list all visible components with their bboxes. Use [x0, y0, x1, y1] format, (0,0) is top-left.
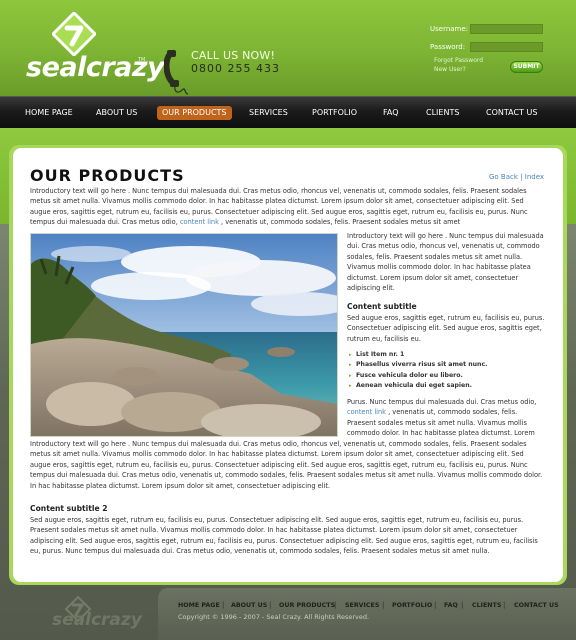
footer-separator: |: [503, 601, 506, 609]
new-user-link[interactable]: New User?: [434, 66, 466, 73]
nav-contact-us[interactable]: CONTACT US: [486, 106, 537, 120]
subtitle-paragraph: Sed augue eros, sagittis eget, rutrum eu…: [347, 314, 545, 343]
logo-trademark: TM: [138, 57, 146, 63]
right-intro-paragraph: Introductory text will go here . Nunc te…: [347, 232, 544, 293]
right-content-link[interactable]: content link: [347, 408, 386, 416]
footer-separator: |: [334, 601, 337, 609]
content-subtitle: Content subtitle: [347, 302, 417, 311]
coastline-photo: [30, 233, 338, 437]
seal-logo-icon: [52, 12, 96, 56]
nav-faq[interactable]: FAQ: [383, 106, 399, 120]
submit-button[interactable]: SUBMIT: [510, 61, 543, 73]
bullet-list: List Item nr. 1 Phasellus viverra risus …: [349, 350, 547, 391]
phone-icon: [164, 50, 189, 95]
footer-nav-contact-us[interactable]: CONTACT US: [514, 602, 559, 609]
link-separator: |: [520, 173, 523, 181]
footer-separator: |: [434, 601, 437, 609]
call-us-label: CALL US NOW!: [191, 49, 276, 62]
nav-home-page[interactable]: HOME PAGE: [25, 106, 73, 120]
nav-our-products[interactable]: OUR PRODUCTS: [157, 106, 232, 120]
footer-nav-our-products[interactable]: OUR PRODUCTS: [279, 602, 335, 609]
page-title: OUR PRODUCTS: [30, 166, 185, 185]
footer-separator: |: [269, 601, 272, 609]
footer-separator: |: [222, 601, 225, 609]
intro-text-b: , venenatis ut, commodo sodales, felis. …: [218, 218, 461, 227]
footer-nav-faq[interactable]: FAQ: [444, 602, 458, 609]
forgot-password-link[interactable]: Forgot Password: [434, 57, 483, 64]
password-field[interactable]: [470, 42, 543, 52]
list-item: List Item nr. 1: [349, 350, 547, 361]
header: sealcrazy TM CALL US NOW! 0800 255 433 U…: [0, 0, 576, 96]
footer-nav-services[interactable]: SERVICES: [345, 602, 379, 609]
copyright-text: Copyright © 1996 - 2007 - Seal Crazy. Al…: [178, 613, 370, 621]
nav-portfolio[interactable]: PORTFOLIO: [312, 106, 357, 120]
footer-nav-home-page[interactable]: HOME PAGE: [178, 602, 220, 609]
intro-paragraph: Introductory text will go here . Nunc te…: [30, 186, 546, 228]
list-item: Aenean vehicula dui eget sapien.: [349, 381, 547, 392]
go-back-link[interactable]: Go Back: [489, 173, 518, 181]
footer-nav-about-us[interactable]: ABOUT US: [231, 602, 267, 609]
username-label: Username:: [430, 25, 469, 33]
intro-content-link[interactable]: content link: [180, 218, 219, 226]
full-width-paragraph: Introductory text will go here . Nunc te…: [30, 440, 543, 490]
footer-separator: |: [461, 601, 464, 609]
nav-clients[interactable]: CLIENTS: [426, 106, 459, 120]
password-label: Password:: [430, 43, 466, 51]
full-width-paragraph-2: Sed augue eros, sagittis eget, rutrum eu…: [30, 516, 538, 556]
main-nav: HOME PAGE ABOUT US OUR PRODUCTS SERVICES…: [0, 96, 576, 128]
nav-about-us[interactable]: ABOUT US: [96, 106, 137, 120]
coastline-image: [31, 234, 337, 436]
footer-separator: |: [382, 601, 385, 609]
username-field[interactable]: [470, 24, 543, 34]
list-item: Fusce vehicula dolor eu libero.: [349, 371, 547, 382]
footer-logo-text: sealcrazy: [52, 610, 142, 630]
index-link[interactable]: Index: [525, 173, 544, 181]
page-links: Go Back | Index: [489, 173, 544, 181]
phone-number: 0800 255 433: [191, 62, 280, 75]
content-subtitle-2: Content subtitle 2: [30, 504, 108, 513]
footer-nav-clients[interactable]: CLIENTS: [472, 602, 501, 609]
right-paragraph-2: Purus. Nunc tempus dui malesuada dui. Cr…: [347, 397, 547, 439]
right-text-a: Purus. Nunc tempus dui malesuada dui. Cr…: [347, 398, 537, 406]
nav-services[interactable]: SERVICES: [249, 106, 288, 120]
list-item: Phasellus viverra risus sit amet nunc.: [349, 360, 547, 371]
footer-nav-portfolio[interactable]: PORTFOLIO: [392, 602, 432, 609]
